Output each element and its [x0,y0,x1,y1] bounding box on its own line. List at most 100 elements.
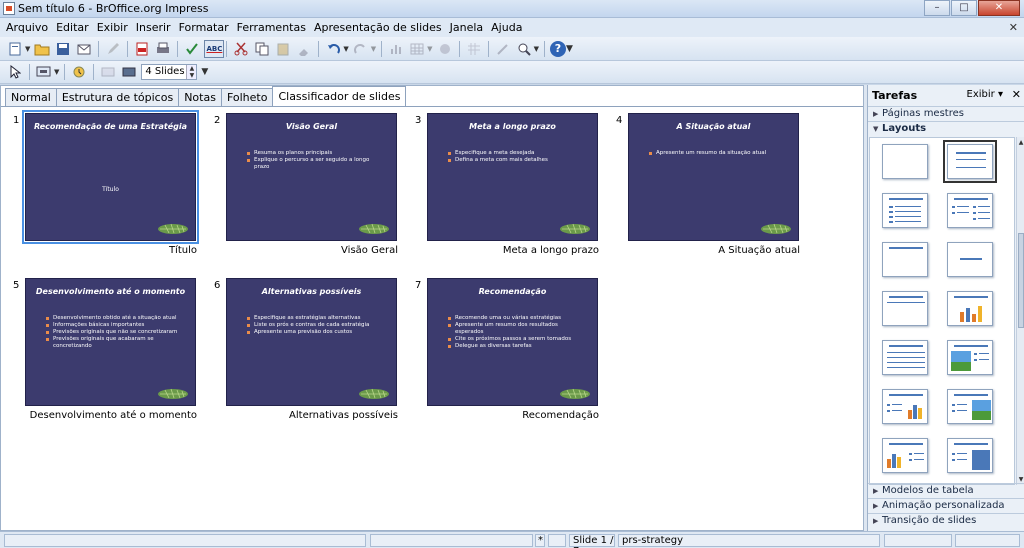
layout-centered-text[interactable] [947,242,993,277]
slide-thumbnail-4[interactable]: A Situação atual Apresente um resumo da s… [628,113,799,241]
slides-per-row-spinner[interactable]: 4 Slides ▲ ▼ [141,64,198,80]
new-dropdown-icon[interactable]: ▼ [25,45,30,53]
slide-title: A Situação atual [676,122,751,131]
menu-ajuda[interactable]: Ajuda [487,21,526,34]
layout-placeholder [979,353,989,354]
task-pane-view-menu[interactable]: Exibir ▾ [967,89,1003,100]
close-document-icon[interactable]: ✕ [1009,21,1018,34]
task-pane-close-icon[interactable]: ✕ [1012,88,1021,101]
layout-title-list-image[interactable] [947,389,993,424]
section-table-design[interactable]: ▶ Modelos de tabela [868,483,1024,498]
layout-placeholder [887,352,925,353]
save-icon[interactable] [54,40,72,58]
slide-transition-icon[interactable] [70,63,88,81]
chart-icon[interactable] [387,40,405,58]
slide-thumbnail-7[interactable]: Recomendação Recomende uma ou várias estr… [427,278,598,406]
spellcheck-icon[interactable] [183,40,201,58]
export-pdf-icon[interactable] [133,40,151,58]
redo-icon[interactable] [352,40,370,58]
new-document-icon[interactable] [6,40,24,58]
clone-format-icon[interactable] [295,40,313,58]
autospellcheck-icon[interactable]: ABC [204,39,225,58]
grid-icon[interactable] [465,40,483,58]
menu-apresentacao[interactable]: Apresentação de slides [310,21,446,34]
show-slide-icon[interactable] [120,63,138,81]
section-slide-transition[interactable]: ▶ Transição de slides [868,513,1024,528]
tab-slide-sorter[interactable]: Classificador de slides [272,86,407,106]
layout-title-blank-box[interactable] [882,291,928,326]
layout-title-content[interactable] [882,193,928,228]
layout-blank[interactable] [882,144,928,179]
tab-normal[interactable]: Normal [5,88,57,106]
open-folder-icon[interactable] [33,40,51,58]
slide-thumbnail-5[interactable]: Desenvolvimento até o momento Desenvolvim… [25,278,196,406]
scroll-up-icon[interactable]: ▲ [1017,139,1024,146]
menu-formatar[interactable]: Formatar [175,21,233,34]
section-custom-animation[interactable]: ▶ Animação personalizada [868,498,1024,513]
maximize-button[interactable]: □ [951,0,977,16]
email-icon[interactable] [75,40,93,58]
slide-thumbnail-2[interactable]: Visão Geral Resuma os planos principais Ex… [226,113,397,241]
image-icon[interactable] [436,40,454,58]
layout-title-only-2[interactable] [882,242,928,277]
zoom-icon[interactable] [515,40,533,58]
draw-functions-icon[interactable] [494,40,512,58]
layout-title-image-list[interactable] [947,340,993,375]
menu-exibir[interactable]: Exibir [93,21,132,34]
layout-placeholder [895,221,921,222]
layouts-scrollbar[interactable]: ▲ ▼ [1016,137,1024,485]
impress-app-icon[interactable] [3,2,15,15]
slide-number: 2 [214,115,221,126]
layout-placeholder [952,453,955,455]
zoom-dropdown-icon[interactable]: ▼ [534,45,539,53]
toolbar-overflow-icon[interactable]: ▼ [566,44,573,54]
scroll-down-icon[interactable]: ▼ [1017,476,1024,483]
slide-show-dropdown-icon[interactable]: ▼ [54,68,59,76]
layout-title-chart[interactable] [947,291,993,326]
hide-slide-icon[interactable] [99,63,117,81]
undo-icon[interactable] [324,40,342,58]
print-icon[interactable] [154,40,172,58]
slide-thumbnail-1[interactable]: Recomendação de uma Estratégia Título [22,110,199,244]
menu-editar[interactable]: Editar [52,21,93,34]
close-window-button[interactable]: ✕ [978,0,1020,16]
slide-sorter-toolbar: ▼ 4 Slides ▲ ▼ ▼ [0,61,1024,84]
table-icon[interactable] [408,40,426,58]
layout-title-only[interactable] [943,140,997,183]
spinner-arrows-icon[interactable]: ▲ ▼ [186,65,197,79]
toolbar2-overflow-icon[interactable]: ▼ [201,67,208,77]
redo-dropdown-icon[interactable]: ▼ [371,45,376,53]
menu-arquivo[interactable]: Arquivo [2,21,52,34]
section-layouts[interactable]: ▼ Layouts [868,121,1024,136]
layout-title-2-content[interactable] [947,193,993,228]
scrollbar-thumb[interactable] [1018,233,1024,328]
menu-inserir[interactable]: Inserir [132,21,175,34]
leaf-decoration-icon [158,388,188,399]
layout-title-list-chart[interactable] [882,389,928,424]
menu-ferramentas[interactable]: Ferramentas [233,21,310,34]
copy-icon[interactable] [253,40,271,58]
layout-placeholder [973,212,976,214]
tab-outline[interactable]: Estrutura de tópicos [55,88,180,106]
layout-title-table[interactable] [882,340,928,375]
menu-janela[interactable]: Janela [446,21,488,34]
slide-thumbnail-6[interactable]: Alternativas possíveis Especifique as est… [226,278,397,406]
undo-dropdown-icon[interactable]: ▼ [343,45,348,53]
table-dropdown-icon[interactable]: ▼ [427,45,432,53]
minimize-button[interactable]: – [924,0,950,16]
help-icon[interactable]: ? [549,40,566,57]
leaf-decoration-icon [158,223,188,234]
slide-show-icon[interactable] [35,63,53,81]
slide-thumbnail-3[interactable]: Meta a longo prazo Especifique a meta des… [427,113,598,241]
cut-icon[interactable] [232,40,250,58]
section-layouts-label: Layouts [882,123,927,134]
layout-chart-list[interactable] [882,438,928,473]
edit-file-icon[interactable] [104,40,122,58]
select-arrow-icon[interactable] [6,63,24,81]
tab-handout[interactable]: Folheto [220,88,274,106]
paste-icon[interactable] [274,40,292,58]
layout-list-box[interactable] [947,438,993,473]
slide-bullet: Cite os próximos passos a serem tomados [448,336,581,343]
tab-notes[interactable]: Notas [178,88,222,106]
section-master-pages[interactable]: ▶ Páginas mestres [868,106,1024,121]
